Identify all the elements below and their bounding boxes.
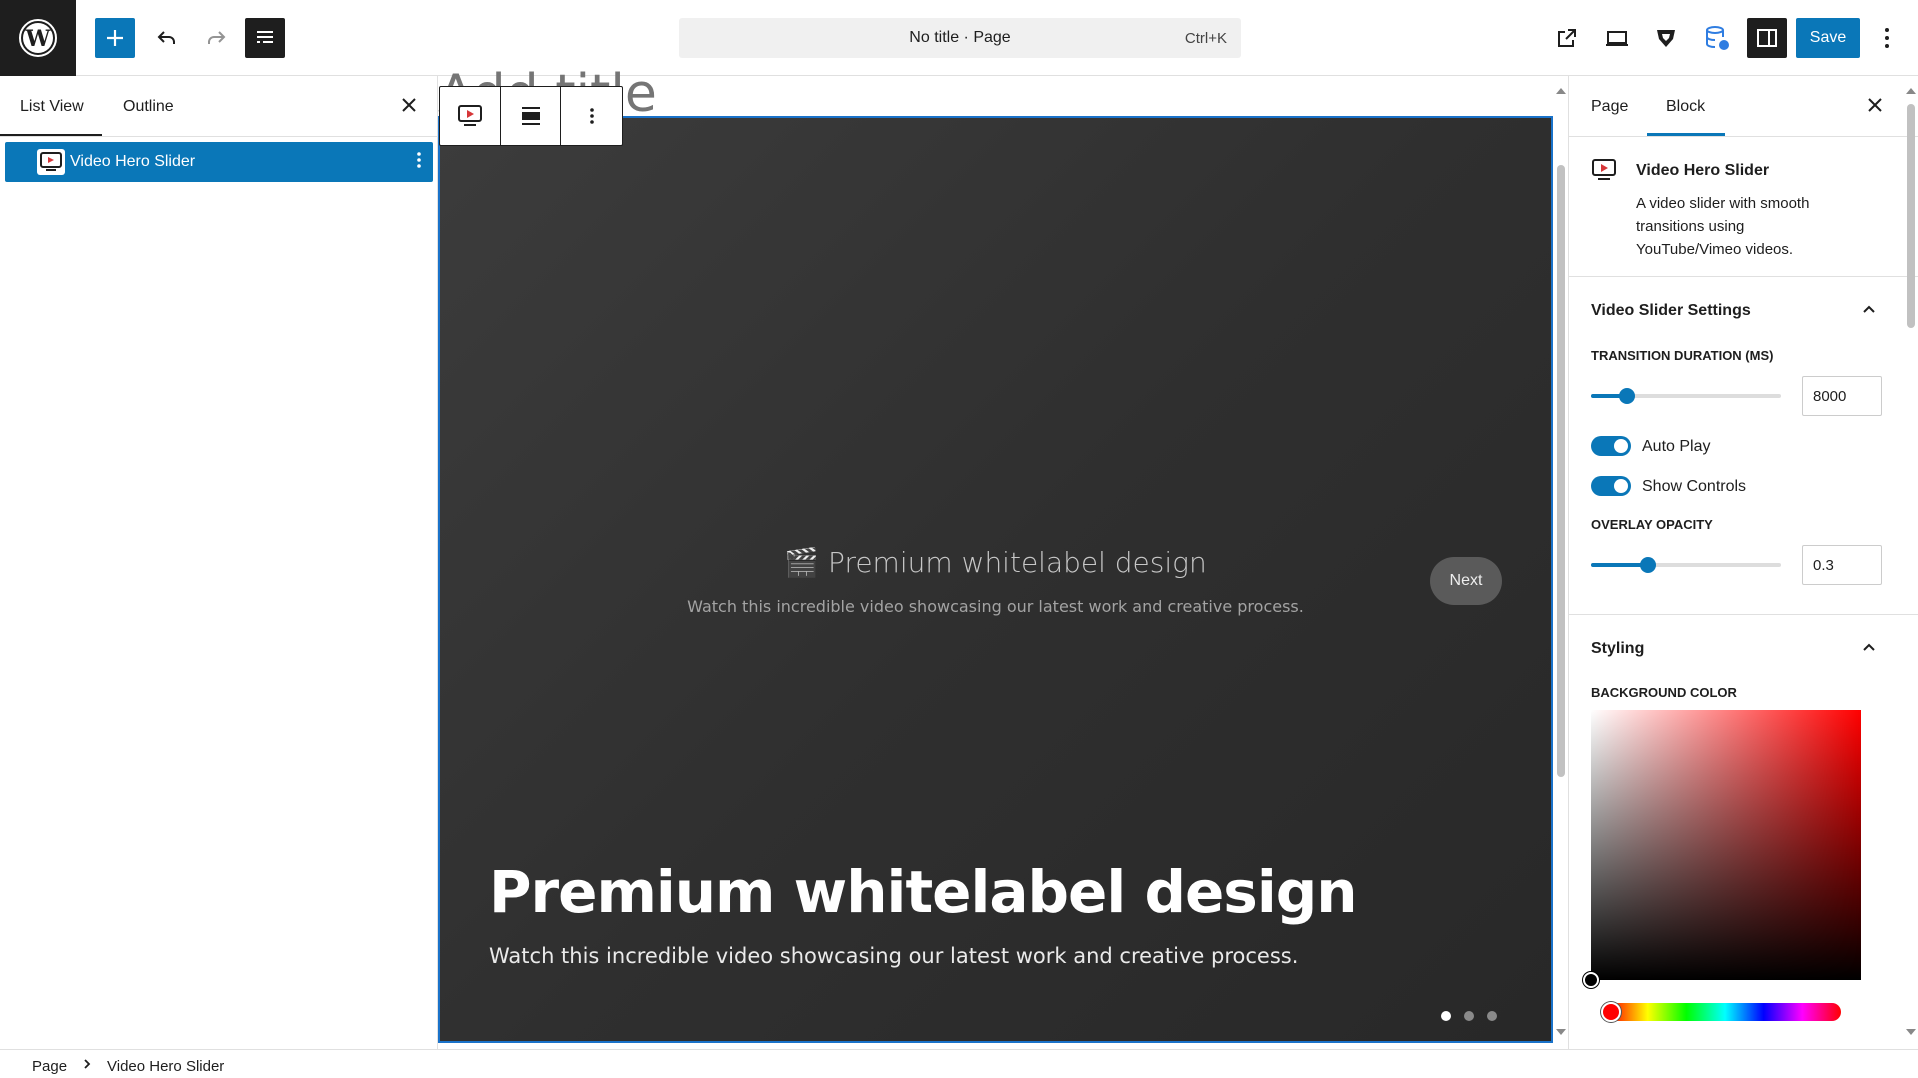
chevron-up-icon[interactable] (1859, 300, 1879, 320)
transition-duration-label: TRANSITION DURATION (MS) (1591, 348, 1774, 363)
slide-center-subtitle: Watch this incredible video showcasing o… (687, 597, 1304, 616)
list-item[interactable]: Video Hero Slider (5, 142, 433, 182)
external-link-icon (1558, 29, 1576, 47)
block-card-title: Video Hero Slider (1636, 162, 1770, 179)
transition-duration-slider[interactable] (1591, 388, 1781, 404)
list-view-icon (257, 31, 273, 43)
breadcrumb-item-page[interactable]: Page (32, 1058, 67, 1075)
tab-list-view[interactable]: List View (20, 98, 84, 116)
options-menu-button[interactable] (1871, 18, 1903, 58)
autoplay-label: Auto Play (1642, 438, 1711, 455)
align-button[interactable] (501, 87, 562, 145)
video-block-icon (457, 105, 482, 126)
video-hero-slider-block[interactable]: 🎬 Premium whitelabel design Watch this i… (438, 116, 1553, 1043)
block-card-description: A video slider with smooth transitions u… (1636, 195, 1810, 258)
overlay-opacity-label: OVERLAY OPACITY (1591, 517, 1713, 532)
breadcrumb: Page Video Hero Slider (0, 1049, 1918, 1078)
video-block-icon (1591, 158, 1617, 182)
document-title: No title · Page (909, 29, 1011, 46)
show-controls-toggle[interactable] (1591, 476, 1631, 496)
tab-page[interactable]: Page (1591, 98, 1628, 116)
settings-sidebar: Page Block Video Hero Slider A video sli… (1568, 76, 1918, 1049)
divider (1569, 276, 1918, 277)
slide-dot-1[interactable] (1441, 1011, 1451, 1021)
slide-main-title: Premium whitelabel design (489, 858, 1358, 926)
document-overview-button[interactable] (245, 18, 285, 58)
background-color-label: BACKGROUND COLOR (1591, 685, 1737, 700)
overlay-opacity-input[interactable]: 0.3 (1802, 545, 1882, 585)
slide-dot-2[interactable] (1464, 1011, 1474, 1021)
hue-slider[interactable] (1609, 1003, 1841, 1021)
redo-button[interactable] (196, 18, 236, 58)
close-icon (402, 98, 416, 112)
canvas-scroll-thumb[interactable] (1557, 165, 1565, 777)
sidebar-icon (1757, 29, 1777, 47)
transition-duration-input[interactable]: 8000 (1802, 376, 1882, 416)
svg-text:W: W (25, 26, 51, 52)
plugin-shield-button[interactable] (1646, 18, 1686, 58)
close-icon (1868, 98, 1882, 112)
more-vertical-icon (1885, 28, 1889, 48)
video-block-icon (37, 149, 65, 175)
color-picker-thumb[interactable] (1583, 972, 1599, 988)
database-plugin-button[interactable] (1697, 18, 1737, 58)
slide-main-subtitle: Watch this incredible video showcasing o… (489, 944, 1299, 968)
divider (1569, 614, 1918, 615)
command-shortcut: Ctrl+K (1184, 30, 1227, 47)
close-list-view-button[interactable] (397, 93, 421, 117)
close-settings-button[interactable] (1863, 93, 1887, 117)
document-title-bar[interactable]: No title · Page Ctrl+K (679, 18, 1241, 58)
block-type-button[interactable] (440, 87, 501, 145)
plus-icon (107, 30, 123, 46)
shield-icon (1657, 30, 1675, 47)
slider-thumb[interactable] (1619, 388, 1635, 404)
slide-dot-3[interactable] (1487, 1011, 1497, 1021)
block-toolbar (439, 86, 623, 146)
device-preview-button[interactable] (1597, 18, 1637, 58)
show-controls-label: Show Controls (1642, 478, 1747, 495)
redo-icon (208, 31, 226, 44)
toggle-knob (1614, 439, 1628, 453)
settings-sidebar-toggle[interactable] (1747, 18, 1787, 58)
editor-header: W No title · Page Ctrl+K Save (0, 0, 1918, 76)
chevron-up-icon[interactable] (1859, 638, 1879, 658)
list-view-panel: List View Outline Video Hero Slider (0, 76, 438, 1049)
view-page-button[interactable] (1547, 18, 1587, 58)
divider (1569, 136, 1918, 137)
divider (0, 136, 437, 137)
breadcrumb-item-block[interactable]: Video Hero Slider (107, 1058, 224, 1075)
autoplay-toggle[interactable] (1591, 436, 1631, 456)
more-vertical-icon (589, 108, 594, 124)
toggle-knob (1614, 479, 1628, 493)
chevron-right-icon (82, 1056, 92, 1072)
color-saturation-picker[interactable] (1591, 710, 1861, 980)
align-wide-icon (521, 107, 540, 125)
next-slide-button[interactable]: Next (1430, 557, 1502, 605)
slide-center-content: 🎬 Premium whitelabel design Watch this i… (440, 546, 1551, 616)
desktop-icon (1606, 31, 1628, 46)
hue-slider-thumb[interactable] (1601, 1002, 1621, 1022)
tab-outline[interactable]: Outline (123, 98, 174, 116)
block-options-button[interactable] (561, 87, 622, 145)
add-block-button[interactable] (95, 18, 135, 58)
overlay-opacity-slider[interactable] (1591, 557, 1781, 573)
slider-settings-panel-title[interactable]: Video Slider Settings (1591, 302, 1751, 320)
list-item-label: Video Hero Slider (70, 153, 196, 170)
list-item-options-button[interactable] (417, 150, 421, 170)
tab-block[interactable]: Block (1666, 98, 1705, 116)
more-vertical-icon (417, 152, 421, 168)
wordpress-logo-icon[interactable]: W (0, 0, 76, 76)
sidebar-scroll-thumb[interactable] (1907, 104, 1915, 328)
database-icon (1706, 26, 1729, 50)
undo-icon (157, 31, 175, 44)
slide-center-title: 🎬 Premium whitelabel design (784, 546, 1207, 579)
save-button[interactable]: Save (1796, 18, 1860, 58)
styling-panel-title[interactable]: Styling (1591, 640, 1644, 658)
slider-thumb[interactable] (1640, 557, 1656, 573)
undo-button[interactable] (147, 18, 187, 58)
